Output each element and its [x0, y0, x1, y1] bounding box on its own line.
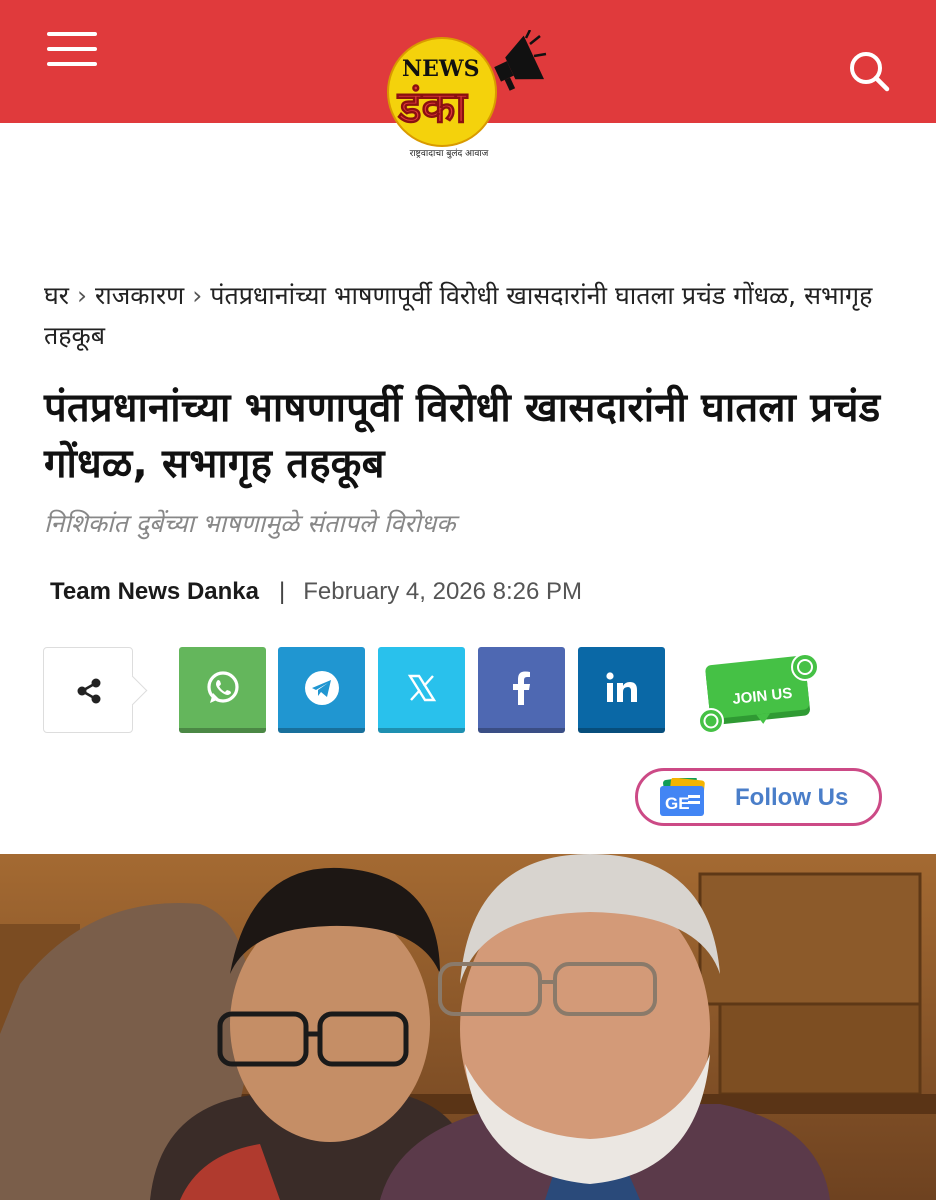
whatsapp-icon — [791, 653, 819, 681]
meta-divider: | — [278, 578, 286, 605]
author-name[interactable]: Team News Danka — [50, 578, 259, 605]
whatsapp-share-button[interactable] — [179, 647, 266, 733]
hamburger-menu-icon[interactable] — [47, 32, 99, 68]
x-share-button[interactable] — [378, 647, 465, 733]
x-icon — [407, 674, 436, 701]
facebook-icon — [512, 671, 530, 705]
logo-news-text: NEWS — [402, 56, 479, 82]
breadcrumb-separator: › — [77, 281, 88, 310]
featured-image — [0, 854, 936, 1200]
join-us-whatsapp-button[interactable]: JOIN US — [694, 650, 828, 736]
linkedin-share-button[interactable] — [578, 647, 665, 733]
publish-date: February 4, 2026 8:26 PM — [303, 578, 583, 605]
google-news-icon: GE — [660, 778, 705, 816]
logo-danka-text: डंका — [396, 82, 468, 133]
linkedin-icon — [605, 671, 637, 702]
google-news-follow-button[interactable]: GE Follow Us — [635, 768, 882, 826]
share-icon — [77, 678, 101, 704]
site-logo[interactable]: NEWS डंका — [380, 29, 550, 165]
breadcrumb-home[interactable]: घर — [44, 281, 69, 310]
whatsapp-icon — [698, 708, 724, 734]
logo-tagline: राष्ट्रवादाचा बुलंद आवाज — [409, 149, 489, 159]
google-news-badge-text: GE — [665, 794, 690, 813]
facebook-share-button[interactable] — [478, 647, 565, 733]
article-headline: पंतप्रधानांच्या भाषणापूर्वी विरोधी खासदा… — [44, 385, 881, 487]
telegram-share-button[interactable] — [278, 647, 365, 733]
article-subtitle: निशिकांत दुबेंच्या भाषणामुळे संतापले विर… — [44, 509, 456, 538]
telegram-icon — [304, 670, 339, 705]
breadcrumb: घर › राजकारण › पंतप्रधानांच्या भाषणापूर्वी व… — [44, 276, 904, 356]
breadcrumb-separator: › — [192, 281, 203, 310]
follow-us-label: Follow Us — [735, 784, 849, 811]
search-icon[interactable] — [846, 48, 892, 94]
article-meta: Team News Danka | February 4, 2026 8:26 PM — [50, 574, 582, 610]
whatsapp-icon — [206, 670, 239, 703]
share-button[interactable] — [43, 647, 133, 733]
breadcrumb-category[interactable]: राजकारण — [95, 281, 184, 310]
